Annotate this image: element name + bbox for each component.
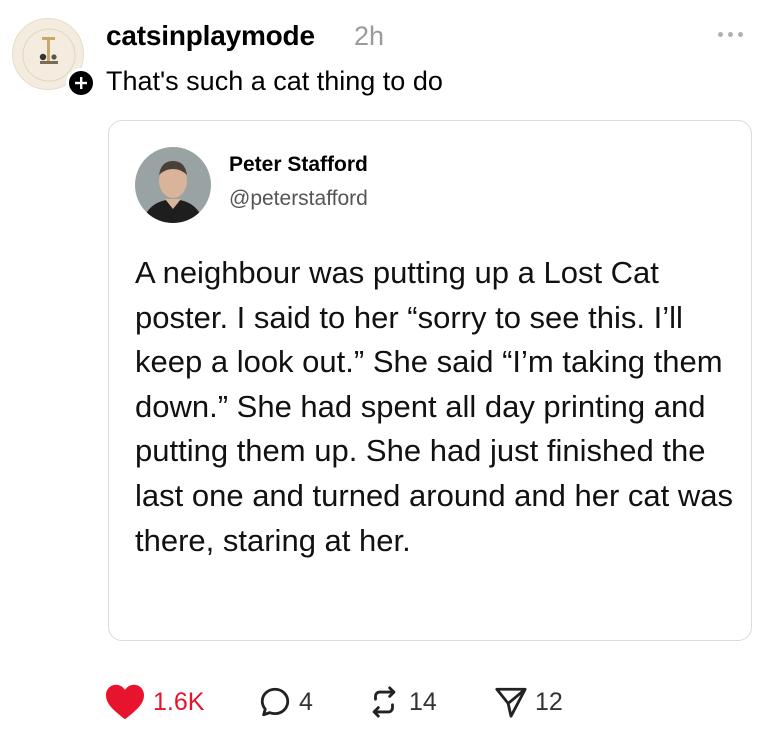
reply-count: 4 [299,687,313,716]
like-button[interactable]: 1.6K [104,680,204,724]
quoted-author-handle: @peterstafford [229,187,368,210]
plus-icon [75,77,87,89]
comment-icon [260,687,290,717]
author-avatar-wrap[interactable] [12,18,96,98]
quoted-author-avatar [135,147,211,223]
post-text: That's such a cat thing to do [106,66,443,96]
quoted-author-name: Peter Stafford [229,153,368,176]
send-icon [495,687,527,718]
heart-icon [106,684,144,720]
repost-count: 14 [409,687,437,716]
repost-icon [372,686,396,718]
author-username[interactable]: catsinplaymode [106,20,315,52]
follow-button[interactable] [66,68,96,98]
like-count: 1.6K [153,687,205,716]
more-icon[interactable] [718,26,754,42]
share-count: 12 [535,687,563,716]
repost-button[interactable]: 14 [366,680,437,724]
share-button[interactable]: 12 [494,680,563,724]
reply-button[interactable]: 4 [258,680,313,724]
quoted-post-card[interactable]: Peter Stafford @peterstafford A neighbou… [108,120,752,641]
post-timestamp: 2h [354,21,385,51]
quoted-post-text: A neighbour was putting up a Lost Cat po… [135,255,734,558]
